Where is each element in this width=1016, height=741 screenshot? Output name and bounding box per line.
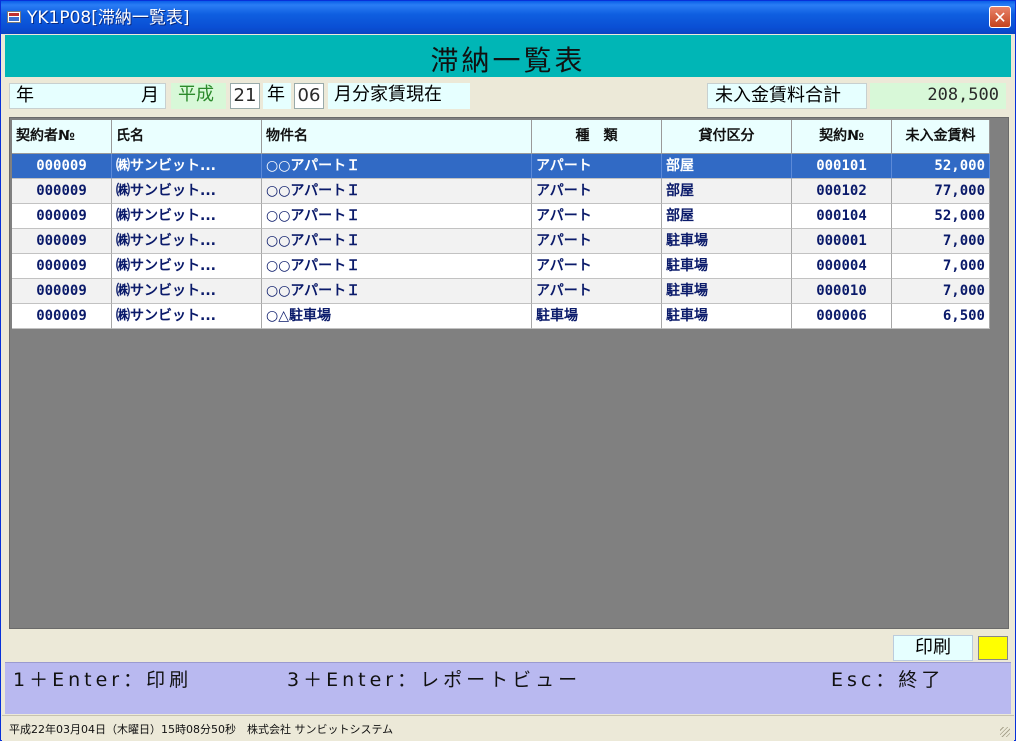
status-bar: 平成22年03月04日（木曜日）15時08分50秒 株式会社 サンビットシステム: [2, 715, 1014, 741]
cell-contract-holder-no: 000009: [12, 279, 112, 304]
cell-contract-holder-no: 000009: [12, 229, 112, 254]
cell-name: ㈱サンビット...: [112, 204, 262, 229]
cell-contract-no: 000001: [792, 229, 892, 254]
column-header-unpaid-rent[interactable]: 未入金賃料: [892, 120, 990, 154]
column-header-name[interactable]: 氏名: [112, 120, 262, 154]
cell-unpaid-rent: 52,000: [892, 204, 990, 229]
cell-contract-no: 000010: [792, 279, 892, 304]
total-unpaid-value: 208,500: [870, 83, 1006, 109]
table-row[interactable]: 000009 ㈱サンビット... ○△駐車場 駐車場 駐車場 000006 6,500: [12, 304, 990, 329]
cell-lease-category: 駐車場: [662, 229, 792, 254]
column-header-contract-holder-no[interactable]: 契約者№: [12, 120, 112, 154]
window-title: YK1P08[滞納一覧表]: [27, 8, 190, 28]
cell-contract-holder-no: 000009: [12, 254, 112, 279]
cell-type: 駐車場: [532, 304, 662, 329]
status-text: 平成22年03月04日（木曜日）15時08分50秒 株式会社 サンビットシステム: [9, 723, 394, 736]
page-title: 滞納一覧表: [430, 44, 586, 77]
cell-contract-holder-no: 000009: [12, 204, 112, 229]
month-label: 月: [141, 85, 159, 106]
cell-property-name: ○○アパートＩ: [262, 204, 532, 229]
fkey-report-view[interactable]: 3＋Enter：レポートビュー: [287, 665, 581, 692]
cell-unpaid-rent: 6,500: [892, 304, 990, 329]
table-row[interactable]: 000009 ㈱サンビット... ○○アパートＩ アパート 部屋 000104 52,000: [12, 204, 990, 229]
cell-type: アパート: [532, 204, 662, 229]
cell-type: アパート: [532, 229, 662, 254]
app-icon[interactable]: [7, 11, 21, 23]
table-header-row: 契約者№ 氏名 物件名種 類貸付区分 契約№ 未入金賃料: [12, 120, 990, 154]
cell-type: アパート: [532, 154, 662, 179]
fkey-print[interactable]: 1＋Enter：印刷: [13, 665, 192, 692]
report-banner: 滞納一覧表: [5, 35, 1011, 77]
cell-name: ㈱サンビット...: [112, 154, 262, 179]
cell-property-name: ○△駐車場: [262, 304, 532, 329]
cell-lease-category: 駐車場: [662, 279, 792, 304]
cell-property-name: ○○アパートＩ: [262, 254, 532, 279]
year-input[interactable]: 21: [230, 83, 260, 109]
print-status-indicator: [978, 636, 1008, 660]
total-unpaid-label: 未入金賃料合計: [707, 83, 867, 109]
cell-unpaid-rent: 52,000: [892, 154, 990, 179]
cell-name: ㈱サンビット...: [112, 279, 262, 304]
month-suffix-label: 月分家賃現在: [328, 83, 470, 109]
cell-unpaid-rent: 7,000: [892, 229, 990, 254]
fkey-exit[interactable]: Esc：終了: [831, 665, 944, 692]
close-button[interactable]: ✕: [989, 6, 1011, 28]
cell-property-name: ○○アパートＩ: [262, 279, 532, 304]
table-row[interactable]: 000009 ㈱サンビット... ○○アパートＩ アパート 部屋 000102 77,000: [12, 179, 990, 204]
cell-lease-category: 駐車場: [662, 254, 792, 279]
table-row[interactable]: 000009 ㈱サンビット... ○○アパートＩ アパート 駐車場 000001 7,000: [12, 229, 990, 254]
table-row[interactable]: 000009 ㈱サンビット... ○○アパートＩ アパート 部屋 000101 52,000: [12, 154, 990, 179]
column-header-contract-no[interactable]: 契約№: [792, 120, 892, 154]
cell-lease-category: 部屋: [662, 179, 792, 204]
cell-property-name: ○○アパートＩ: [262, 154, 532, 179]
cell-contract-no: 000104: [792, 204, 892, 229]
title-bar[interactable]: YK1P08[滞納一覧表] ✕: [1, 1, 1015, 34]
cell-type: アパート: [532, 279, 662, 304]
cell-contract-holder-no: 000009: [12, 179, 112, 204]
cell-type: アパート: [532, 179, 662, 204]
resize-grip-icon[interactable]: [1000, 727, 1010, 737]
cell-contract-no: 000102: [792, 179, 892, 204]
year-month-field: 年 月: [9, 83, 166, 109]
cell-name: ㈱サンビット...: [112, 304, 262, 329]
print-status-label: 印刷: [893, 635, 973, 661]
cell-property-name: ○○アパートＩ: [262, 179, 532, 204]
cell-type: アパート: [532, 254, 662, 279]
cell-contract-no: 000004: [792, 254, 892, 279]
cell-lease-category: 部屋: [662, 204, 792, 229]
function-key-bar: 1＋Enter：印刷 3＋Enter：レポートビュー Esc：終了: [5, 662, 1011, 714]
delinquency-grid[interactable]: 契約者№ 氏名 物件名種 類貸付区分 契約№ 未入金賃料 000009 ㈱サンビット... ○…: [9, 117, 1009, 629]
cell-contract-no: 000101: [792, 154, 892, 179]
cell-unpaid-rent: 77,000: [892, 179, 990, 204]
column-header-property-name[interactable]: 物件名: [262, 120, 532, 154]
cell-unpaid-rent: 7,000: [892, 279, 990, 304]
cell-contract-no: 000006: [792, 304, 892, 329]
year-label: 年: [16, 85, 34, 106]
cell-name: ㈱サンビット...: [112, 229, 262, 254]
cell-lease-category: 駐車場: [662, 304, 792, 329]
cell-contract-holder-no: 000009: [12, 304, 112, 329]
main-window: YK1P08[滞納一覧表] ✕ 滞納一覧表 年 月 平成 21 年 06 月分家…: [0, 0, 1016, 741]
year-suffix-label: 年: [263, 83, 291, 109]
cell-name: ㈱サンビット...: [112, 179, 262, 204]
table-row[interactable]: 000009 ㈱サンビット... ○○アパートＩ アパート 駐車場 000010 7,000: [12, 279, 990, 304]
column-header-lease-category[interactable]: 貸付区分: [662, 120, 792, 154]
era-label: 平成: [171, 83, 226, 109]
column-header-type[interactable]: 種 類: [532, 120, 662, 154]
cell-property-name: ○○アパートＩ: [262, 229, 532, 254]
month-input[interactable]: 06: [294, 83, 324, 109]
cell-name: ㈱サンビット...: [112, 254, 262, 279]
cell-unpaid-rent: 7,000: [892, 254, 990, 279]
table-row[interactable]: 000009 ㈱サンビット... ○○アパートＩ アパート 駐車場 000004 7,000: [12, 254, 990, 279]
cell-contract-holder-no: 000009: [12, 154, 112, 179]
cell-lease-category: 部屋: [662, 154, 792, 179]
